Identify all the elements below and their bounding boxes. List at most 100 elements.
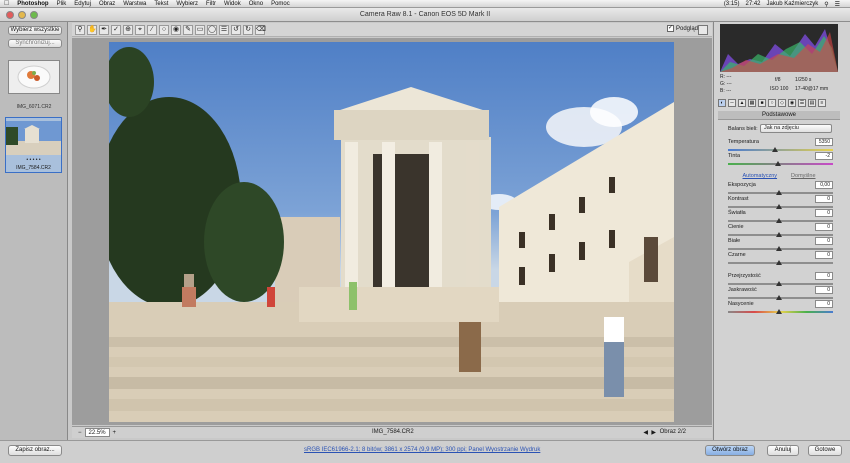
presets-icon[interactable]: ☰ — [798, 99, 806, 107]
blacks-slider-knob[interactable] — [776, 260, 782, 265]
synchronize-button[interactable]: Synchronizuj... — [8, 39, 62, 48]
whites-input[interactable]: 0 — [815, 237, 833, 245]
temperature-slider-knob[interactable] — [772, 147, 778, 152]
crop-icon[interactable]: ⌖ — [135, 24, 145, 35]
panel-menu-icon[interactable]: ≡ — [818, 99, 826, 107]
hsl-icon[interactable]: ▦ — [748, 99, 756, 107]
shadows-input[interactable]: 0 — [815, 223, 833, 231]
thumbnail-food[interactable] — [8, 60, 60, 94]
hand-icon[interactable]: ✋ — [87, 24, 97, 35]
saturation-slider-knob[interactable] — [776, 309, 782, 314]
thumbnail-rating[interactable]: • • • • • — [6, 157, 61, 163]
battery-status[interactable]: (3:15) — [724, 1, 740, 7]
select-all-button[interactable]: Wybierz wszystkie — [8, 26, 62, 35]
preferences-icon[interactable]: ☰ — [219, 24, 229, 35]
exposure-input[interactable]: 0,00 — [815, 181, 833, 189]
menu-plik[interactable]: Plik — [57, 1, 67, 7]
fullscreen-icon[interactable] — [698, 25, 708, 35]
thumbnail-temple-selected[interactable]: • • • • • IMG_7584.CR2 — [5, 117, 62, 173]
color-sampler-icon[interactable]: ✓ — [111, 24, 121, 35]
clarity-input[interactable]: 0 — [815, 272, 833, 280]
next-image-icon[interactable]: ▶ — [651, 429, 656, 436]
trash-icon[interactable]: ⌫ — [255, 24, 266, 35]
histogram[interactable] — [720, 24, 838, 72]
temperature-input[interactable]: 5350 — [815, 138, 833, 146]
zoom-icon[interactable]: ⚲ — [75, 24, 85, 35]
zoom-button[interactable] — [30, 11, 38, 19]
split-toning-icon[interactable]: ■ — [758, 99, 766, 107]
menu-obraz[interactable]: Obraz — [99, 1, 115, 7]
list-icon[interactable]: ☰ — [835, 1, 840, 8]
save-image-button[interactable]: Zapisz obraz... — [8, 445, 62, 456]
menu-tekst[interactable]: Tekst — [154, 1, 168, 7]
rotate-ccw-icon[interactable]: ↺ — [231, 24, 241, 35]
camera-calibration-icon[interactable]: ◉ — [788, 99, 796, 107]
vibrance-slider-knob[interactable] — [776, 295, 782, 300]
rotate-cw-icon[interactable]: ↻ — [243, 24, 253, 35]
clock[interactable]: 27:42 — [746, 1, 761, 7]
zoom-out-button[interactable]: − — [78, 430, 82, 436]
effects-icon[interactable]: ◇ — [778, 99, 786, 107]
menu-app[interactable]: Photoshop — [17, 1, 48, 7]
prev-image-icon[interactable]: ◀ — [643, 429, 648, 436]
auto-link[interactable]: Automatyczny — [743, 173, 778, 179]
menu-widok[interactable]: Widok — [224, 1, 241, 7]
temple-photo — [109, 47, 674, 422]
spot-removal-icon[interactable]: ○ — [159, 24, 169, 35]
blacks-input[interactable]: 0 — [815, 251, 833, 259]
highlights-input[interactable]: 0 — [815, 209, 833, 217]
zoom-in-button[interactable]: + — [113, 430, 117, 436]
preview-toggle[interactable]: ✓ Podgląd — [667, 25, 698, 32]
target-adjust-icon[interactable]: ⊕ — [123, 24, 133, 35]
basic-tab-icon[interactable]: ◐ — [718, 99, 726, 107]
tint-input[interactable]: -2 — [815, 152, 833, 160]
image-counter: Obraz 2/2 — [659, 429, 686, 435]
adjustment-brush-icon[interactable]: ✎ — [183, 24, 193, 35]
detail-icon[interactable]: ▲ — [738, 99, 746, 107]
menu-pomoc[interactable]: Pomoc — [271, 1, 290, 7]
white-balance-icon[interactable]: ✒ — [99, 24, 109, 35]
tint-slider-knob[interactable] — [775, 161, 781, 166]
menu-warstwa[interactable]: Warstwa — [123, 1, 146, 7]
dialog-footer: Zapisz obraz... sRGB IEC61966-2.1; 8 bit… — [0, 440, 850, 463]
cancel-button[interactable]: Anuluj — [767, 445, 799, 456]
clarity-slider-knob[interactable] — [776, 281, 782, 286]
white-balance-select[interactable]: Jak na zdjęciu — [760, 124, 832, 133]
photo-preview[interactable] — [109, 42, 674, 422]
close-button[interactable] — [6, 11, 14, 19]
preview-checkbox[interactable]: ✓ — [667, 25, 674, 32]
default-link[interactable]: Domyślne — [791, 173, 815, 179]
food-image — [9, 61, 59, 93]
lens-corrections-icon[interactable]: ○ — [768, 99, 776, 107]
open-image-button[interactable]: Otwórz obraz — [705, 445, 755, 456]
exposure-slider-knob[interactable] — [776, 190, 782, 195]
contrast-slider-knob[interactable] — [776, 204, 782, 209]
menu-okno[interactable]: Okno — [249, 1, 263, 7]
highlights-slider-knob[interactable] — [776, 218, 782, 223]
shadows-slider-knob[interactable] — [776, 232, 782, 237]
red-eye-icon[interactable]: ◉ — [171, 24, 181, 35]
done-button[interactable]: Gotowe — [808, 445, 842, 456]
user-name[interactable]: Jakub Kaźmierczyk — [767, 1, 819, 7]
radial-filter-icon[interactable]: ◯ — [207, 24, 217, 35]
g-value: --- — [726, 81, 732, 87]
temperature-slider[interactable] — [728, 149, 833, 151]
saturation-input[interactable]: 0 — [815, 300, 833, 308]
workflow-options-link[interactable]: sRGB IEC61966-2.1; 8 bitów; 3861 x 2574 … — [304, 447, 540, 453]
contrast-label: Kontrast — [728, 196, 749, 202]
menu-edytuj[interactable]: Edytuj — [74, 1, 91, 7]
snapshots-icon[interactable]: ▤ — [808, 99, 816, 107]
whites-slider-knob[interactable] — [776, 246, 782, 251]
menu-wybierz[interactable]: Wybierz — [176, 1, 198, 7]
menu-filtr[interactable]: Filtr — [206, 1, 216, 7]
zoom-level-select[interactable]: 22.5% — [84, 428, 110, 437]
tone-curve-icon[interactable]: ∽ — [728, 99, 736, 107]
zoom-control: − 22.5% + — [78, 428, 116, 437]
vibrance-input[interactable]: 0 — [815, 286, 833, 294]
minimize-button[interactable] — [18, 11, 26, 19]
straighten-icon[interactable]: ∕ — [147, 24, 157, 35]
graduated-filter-icon[interactable]: ▭ — [195, 24, 205, 35]
apple-menu[interactable]:  — [4, 0, 9, 7]
contrast-input[interactable]: 0 — [815, 195, 833, 203]
search-icon[interactable]: ⚲ — [824, 1, 828, 8]
